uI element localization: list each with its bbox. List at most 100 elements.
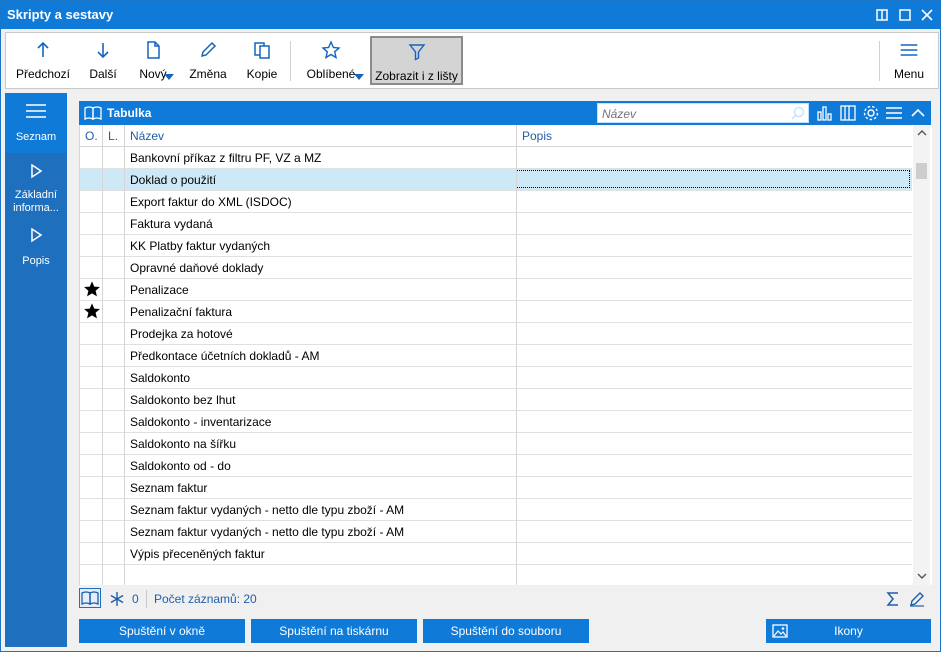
run-to-printer-button[interactable]: Spuštění na tiskárnu xyxy=(251,619,417,643)
favorite-star-icon xyxy=(84,303,100,319)
snowflake-icon[interactable] xyxy=(109,591,125,607)
new-document-icon xyxy=(130,40,176,64)
show-from-bar-button[interactable]: Zobrazit i z lišty xyxy=(370,36,463,85)
table-row[interactable]: Faktura vydaná xyxy=(80,213,912,235)
restore-icon[interactable] xyxy=(872,5,892,25)
play-icon xyxy=(31,163,43,179)
nav-label: Seznam xyxy=(15,131,57,143)
scrollbar-thumb[interactable] xyxy=(916,163,927,179)
book-icon xyxy=(84,106,102,121)
table-row[interactable]: Penalizace xyxy=(80,279,912,301)
column-header-popis[interactable]: Popis xyxy=(522,129,552,143)
row-description xyxy=(516,368,910,386)
grid-header: O. L. Název Popis xyxy=(80,125,912,147)
nav-label: Popis xyxy=(22,255,50,267)
show-from-bar-label: Zobrazit i z lišty xyxy=(375,69,458,83)
row-name: Penalizační faktura xyxy=(130,305,233,319)
table-row[interactable]: Saldokonto - inventarizace xyxy=(80,411,912,433)
icons-button[interactable]: Ikony xyxy=(766,619,931,643)
row-description xyxy=(516,478,910,496)
copy-button[interactable]: Kopie xyxy=(240,36,284,85)
record-count: Počet záznamů: 20 xyxy=(154,592,257,606)
nav-item-popis[interactable]: Popis xyxy=(5,219,67,279)
search-icon[interactable] xyxy=(791,106,805,120)
column-header-o[interactable]: O. xyxy=(85,129,98,143)
column-header-l[interactable]: L. xyxy=(108,129,118,143)
nav-item-seznam[interactable]: Seznam xyxy=(5,93,67,153)
close-icon[interactable] xyxy=(917,5,937,25)
toolbar-separator xyxy=(879,41,880,81)
table-row[interactable]: Saldokonto na šířku xyxy=(80,433,912,455)
column-divider xyxy=(124,125,125,585)
table-row[interactable]: Penalizační faktura xyxy=(80,301,912,323)
row-name: Doklad o použití xyxy=(130,173,217,187)
play-icon xyxy=(31,227,43,243)
row-name: Saldokonto xyxy=(130,371,191,385)
row-name: KK Platby faktur vydaných xyxy=(130,239,271,253)
table-row[interactable]: Seznam faktur vydaných - netto dle typu … xyxy=(80,499,912,521)
next-label: Další xyxy=(89,67,117,81)
menu-label: Menu xyxy=(893,67,925,81)
table-row[interactable]: Doklad o použití xyxy=(80,169,912,191)
next-button[interactable]: Další xyxy=(82,36,124,85)
maximize-icon[interactable] xyxy=(895,5,915,25)
row-description xyxy=(516,258,910,276)
gear-icon[interactable] xyxy=(862,104,880,122)
row-description xyxy=(516,544,910,562)
table-row[interactable]: Výpis přeceněných faktur xyxy=(80,543,912,565)
new-button[interactable]: Nový xyxy=(130,36,176,85)
table-row[interactable]: KK Platby faktur vydaných xyxy=(80,235,912,257)
row-name: Seznam faktur vydaných - netto dle typu … xyxy=(130,525,405,539)
table-view-toggle[interactable] xyxy=(79,588,101,608)
hamburger-icon[interactable] xyxy=(885,104,903,122)
nav-label: Základní informa... xyxy=(13,189,59,214)
table-row[interactable]: Opravné daňové doklady xyxy=(80,257,912,279)
row-name: Opravné daňové doklady xyxy=(130,261,264,275)
menu-button[interactable]: Menu xyxy=(886,36,932,85)
previous-label: Předchozí xyxy=(15,67,71,81)
row-description xyxy=(516,148,910,166)
column-divider xyxy=(516,125,517,585)
row-description xyxy=(516,522,910,540)
table-row[interactable]: Předkontace účetních dokladů - AM xyxy=(80,345,912,367)
previous-button[interactable]: Předchozí xyxy=(12,36,74,85)
table-row[interactable]: Saldokonto bez lhut xyxy=(80,389,912,411)
chart-icon[interactable] xyxy=(816,104,834,122)
run-to-file-button[interactable]: Spuštění do souboru xyxy=(423,619,589,643)
table-row[interactable]: Bankovní příkaz z filtru PF, VZ a MZ xyxy=(80,147,912,169)
row-description xyxy=(516,280,910,298)
table-row[interactable]: Saldokonto xyxy=(80,367,912,389)
search-box xyxy=(597,103,809,123)
sum-icon[interactable] xyxy=(885,591,901,607)
nav-item-zakladni-informace[interactable]: Základní informa... xyxy=(5,155,67,217)
barcode-icon[interactable] xyxy=(839,104,857,122)
row-description xyxy=(516,346,910,364)
run-in-window-button[interactable]: Spuštění v okně xyxy=(79,619,245,643)
list-icon xyxy=(26,104,46,118)
row-description xyxy=(516,390,910,408)
pencil-icon[interactable] xyxy=(909,591,925,607)
status-divider xyxy=(146,590,147,608)
scroll-down-icon[interactable] xyxy=(917,571,927,581)
window-title: Skripty a sestavy xyxy=(7,7,114,22)
vertical-scrollbar[interactable] xyxy=(913,125,930,585)
edit-button[interactable]: Změna xyxy=(186,36,230,85)
table-row[interactable]: Saldokonto od - do xyxy=(80,455,912,477)
toolbar: Předchozí Další Nový Změna Kopie Oblíben… xyxy=(5,32,939,89)
image-icon xyxy=(772,624,788,638)
book-icon xyxy=(81,591,99,606)
icons-label: Ikony xyxy=(834,624,863,638)
row-description xyxy=(516,500,910,518)
row-description xyxy=(516,434,910,452)
search-input[interactable] xyxy=(600,105,789,123)
table-row[interactable]: Prodejka za hotové xyxy=(80,323,912,345)
column-header-nazev[interactable]: Název xyxy=(130,129,164,143)
favorites-button[interactable]: Oblíbené xyxy=(298,36,364,85)
arrow-down-icon xyxy=(82,40,124,64)
table-row[interactable]: Seznam faktur vydaných - netto dle typu … xyxy=(80,521,912,543)
row-name: Předkontace účetních dokladů - AM xyxy=(130,349,320,363)
table-row[interactable]: Export faktur do XML (ISDOC) xyxy=(80,191,912,213)
chevron-up-icon[interactable] xyxy=(909,104,927,122)
scroll-up-icon[interactable] xyxy=(917,128,927,138)
table-row[interactable]: Seznam faktur xyxy=(80,477,912,499)
